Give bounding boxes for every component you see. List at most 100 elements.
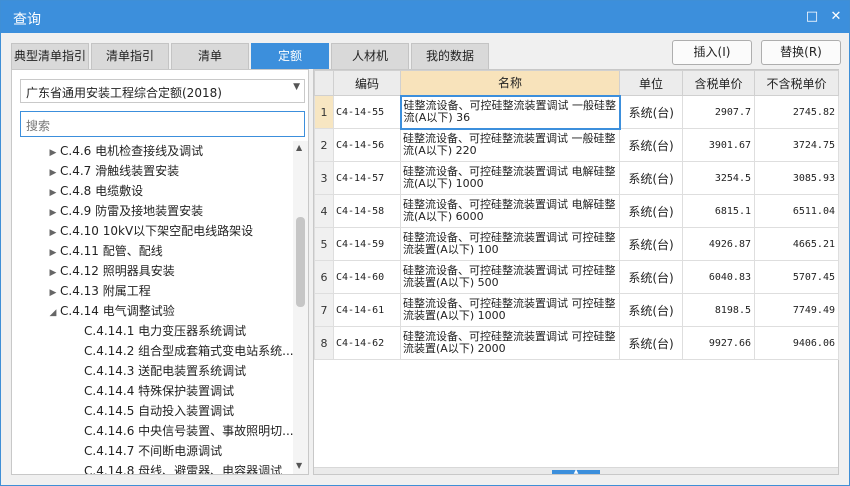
column-header-price-with-tax[interactable]: 含税单价 [682, 70, 755, 96]
expand-icon[interactable]: ▶ [46, 283, 60, 303]
table-row[interactable]: 1 C4-14-55 硅整流设备、可控硅整流装置调试 一般硅整流(A以下) 36… [314, 94, 839, 130]
cell-price-with-tax[interactable]: 9927.66 [682, 326, 755, 360]
expand-icon[interactable]: ▶ [46, 163, 60, 183]
expand-icon[interactable]: ▶ [46, 203, 60, 223]
cell-unit[interactable]: 系统(台) [619, 260, 683, 294]
cell-price-with-tax[interactable]: 6040.83 [682, 260, 755, 294]
cell-price-without-tax[interactable]: 2745.82 [754, 95, 839, 129]
expand-icon[interactable]: ▶ [46, 223, 60, 243]
quota-library-select[interactable]: 广东省通用安装工程综合定额(2018) ▼ [20, 79, 305, 103]
cell-unit[interactable]: 系统(台) [619, 95, 683, 129]
cell-price-without-tax[interactable]: 6511.04 [754, 194, 839, 228]
cell-code[interactable]: C4-14-57 [333, 161, 401, 195]
cell-name[interactable]: 硅整流设备、可控硅整流装置调试 一般硅整流(A以下) 36 [399, 94, 621, 130]
tab-typical-list-guide[interactable]: 典型清单指引 [11, 43, 89, 69]
cell-name[interactable]: 硅整流设备、可控硅整流装置调试 可控硅整流装置(A以下) 500 [400, 260, 620, 294]
table-row[interactable]: 6 C4-14-60 硅整流设备、可控硅整流装置调试 可控硅整流装置(A以下) … [314, 260, 839, 294]
expand-icon[interactable]: ▶ [46, 183, 60, 203]
cell-price-with-tax[interactable]: 6815.1 [682, 194, 755, 228]
cell-price-without-tax[interactable]: 4665.21 [754, 227, 839, 261]
tree-node[interactable]: ▶ C.4.10 10kV以下架空配电线路架设 [46, 221, 254, 243]
splitter-handle-icon[interactable]: ▲ [552, 469, 600, 475]
tree-leaf[interactable]: C.4.14.2 组合型成套箱式变电站系统... [84, 341, 294, 361]
tab-my-data[interactable]: 我的数据 [411, 43, 489, 69]
expand-icon[interactable]: ▶ [46, 143, 60, 163]
tree-leaf[interactable]: C.4.14.4 特殊保护装置调试 [84, 381, 234, 401]
cell-code[interactable]: C4-14-55 [333, 95, 401, 129]
cell-unit[interactable]: 系统(台) [619, 128, 683, 162]
cell-price-without-tax[interactable]: 3724.75 [754, 128, 839, 162]
tree-leaf[interactable]: C.4.14.3 送配电装置系统调试 [84, 361, 246, 381]
tree-node[interactable]: ▶ C.4.6 电机检查接线及调试 [46, 141, 204, 163]
replace-button[interactable]: 替换(R) [761, 40, 841, 65]
tab-list[interactable]: 清单 [171, 43, 249, 69]
cell-price-with-tax[interactable]: 3254.5 [682, 161, 755, 195]
cell-price-without-tax[interactable]: 5707.45 [754, 260, 839, 294]
cell-unit[interactable]: 系统(台) [619, 161, 683, 195]
column-header-rownum [314, 70, 334, 96]
tree-node[interactable]: ▶ C.4.8 电缆敷设 [46, 181, 144, 203]
scroll-up-icon[interactable]: ▲ [296, 143, 302, 152]
table-row[interactable]: 7 C4-14-61 硅整流设备、可控硅整流装置调试 可控硅整流装置(A以下) … [314, 293, 839, 327]
cell-name[interactable]: 硅整流设备、可控硅整流装置调试 可控硅整流装置(A以下) 1000 [400, 293, 620, 327]
insert-button[interactable]: 插入(I) [672, 40, 752, 65]
cell-unit[interactable]: 系统(台) [619, 194, 683, 228]
tab-list-guide[interactable]: 清单指引 [91, 43, 169, 69]
cell-price-with-tax[interactable]: 4926.87 [682, 227, 755, 261]
cell-price-without-tax[interactable]: 7749.49 [754, 293, 839, 327]
tree-leaf[interactable]: C.4.14.6 中央信号装置、事故照明切... [84, 421, 294, 441]
cell-name[interactable]: 硅整流设备、可控硅整流装置调试 一般硅整流(A以下) 220 [400, 128, 620, 162]
tree-node[interactable]: ▶ C.4.11 配管、配线 [46, 241, 163, 261]
cell-price-with-tax[interactable]: 8198.5 [682, 293, 755, 327]
table-row[interactable]: 5 C4-14-59 硅整流设备、可控硅整流装置调试 可控硅整流装置(A以下) … [314, 227, 839, 261]
cell-name[interactable]: 硅整流设备、可控硅整流装置调试 可控硅整流装置(A以下) 100 [400, 227, 620, 261]
tree-node[interactable]: ◢ C.4.14 电气调整试验 [46, 301, 175, 321]
column-header-name[interactable]: 名称 [400, 70, 620, 96]
column-header-price-without-tax[interactable]: 不含税单价 [754, 70, 839, 96]
cell-price-without-tax[interactable]: 3085.93 [754, 161, 839, 195]
cell-code[interactable]: C4-14-58 [333, 194, 401, 228]
cell-unit[interactable]: 系统(台) [619, 227, 683, 261]
column-header-code[interactable]: 编码 [333, 70, 401, 96]
column-header-unit[interactable]: 单位 [619, 70, 683, 96]
tree-node[interactable]: ▶ C.4.9 防雷及接地装置安装 [46, 201, 204, 223]
tree-leaf[interactable]: C.4.14.8 母线、避雷器、电容器调试 [84, 461, 282, 474]
cell-price-with-tax[interactable]: 3901.67 [682, 128, 755, 162]
scroll-down-icon[interactable]: ▼ [296, 461, 302, 470]
cell-name[interactable]: 硅整流设备、可控硅整流装置调试 电解硅整流(A以下) 1000 [400, 161, 620, 195]
cell-code[interactable]: C4-14-56 [333, 128, 401, 162]
tab-quota[interactable]: 定额 [251, 43, 329, 69]
table-row[interactable]: 2 C4-14-56 硅整流设备、可控硅整流装置调试 一般硅整流(A以下) 22… [314, 128, 839, 162]
tree-leaf[interactable]: C.4.14.1 电力变压器系统调试 [84, 321, 246, 341]
collapse-icon[interactable]: ◢ [46, 303, 60, 323]
cell-unit[interactable]: 系统(台) [619, 326, 683, 360]
cell-name[interactable]: 硅整流设备、可控硅整流装置调试 可控硅整流装置(A以下) 2000 [400, 326, 620, 360]
tree-node[interactable]: ▶ C.4.12 照明器具安装 [46, 261, 175, 281]
expand-icon[interactable]: ▶ [46, 263, 60, 283]
tree-node[interactable]: ▶ C.4.13 附属工程 [46, 281, 151, 301]
search-input[interactable]: 搜索 [20, 111, 305, 137]
minimize-icon[interactable]: □ [803, 8, 821, 26]
tree-leaf[interactable]: C.4.14.5 自动投入装置调试 [84, 401, 234, 421]
tree-leaf[interactable]: C.4.14.7 不间断电源调试 [84, 441, 222, 461]
cell-price-without-tax[interactable]: 9406.06 [754, 326, 839, 360]
tree-scrollbar[interactable]: ▲ ▼ [293, 141, 308, 474]
expand-icon[interactable]: ▶ [46, 243, 60, 263]
cell-price-with-tax[interactable]: 2907.7 [682, 95, 755, 129]
cell-code[interactable]: C4-14-61 [333, 293, 401, 327]
table-row[interactable]: 4 C4-14-58 硅整流设备、可控硅整流装置调试 电解硅整流(A以下) 60… [314, 194, 839, 228]
tab-labor-material-machine[interactable]: 人材机 [331, 43, 409, 69]
panel-splitter[interactable]: ▲ [314, 467, 838, 475]
cell-unit[interactable]: 系统(台) [619, 293, 683, 327]
close-icon[interactable]: ✕ [827, 8, 845, 26]
cell-code[interactable]: C4-14-59 [333, 227, 401, 261]
cell-name[interactable]: 硅整流设备、可控硅整流装置调试 电解硅整流(A以下) 6000 [400, 194, 620, 228]
table-row[interactable]: 3 C4-14-57 硅整流设备、可控硅整流装置调试 电解硅整流(A以下) 10… [314, 161, 839, 195]
title-bar: 查询 □ ✕ [1, 1, 849, 33]
cell-code[interactable]: C4-14-62 [333, 326, 401, 360]
dropdown-arrow-icon: ▼ [293, 82, 300, 92]
tree-node[interactable]: ▶ C.4.7 滑触线装置安装 [46, 161, 180, 183]
scrollbar-thumb[interactable] [296, 217, 305, 307]
cell-code[interactable]: C4-14-60 [333, 260, 401, 294]
table-row[interactable]: 8 C4-14-62 硅整流设备、可控硅整流装置调试 可控硅整流装置(A以下) … [314, 326, 839, 360]
